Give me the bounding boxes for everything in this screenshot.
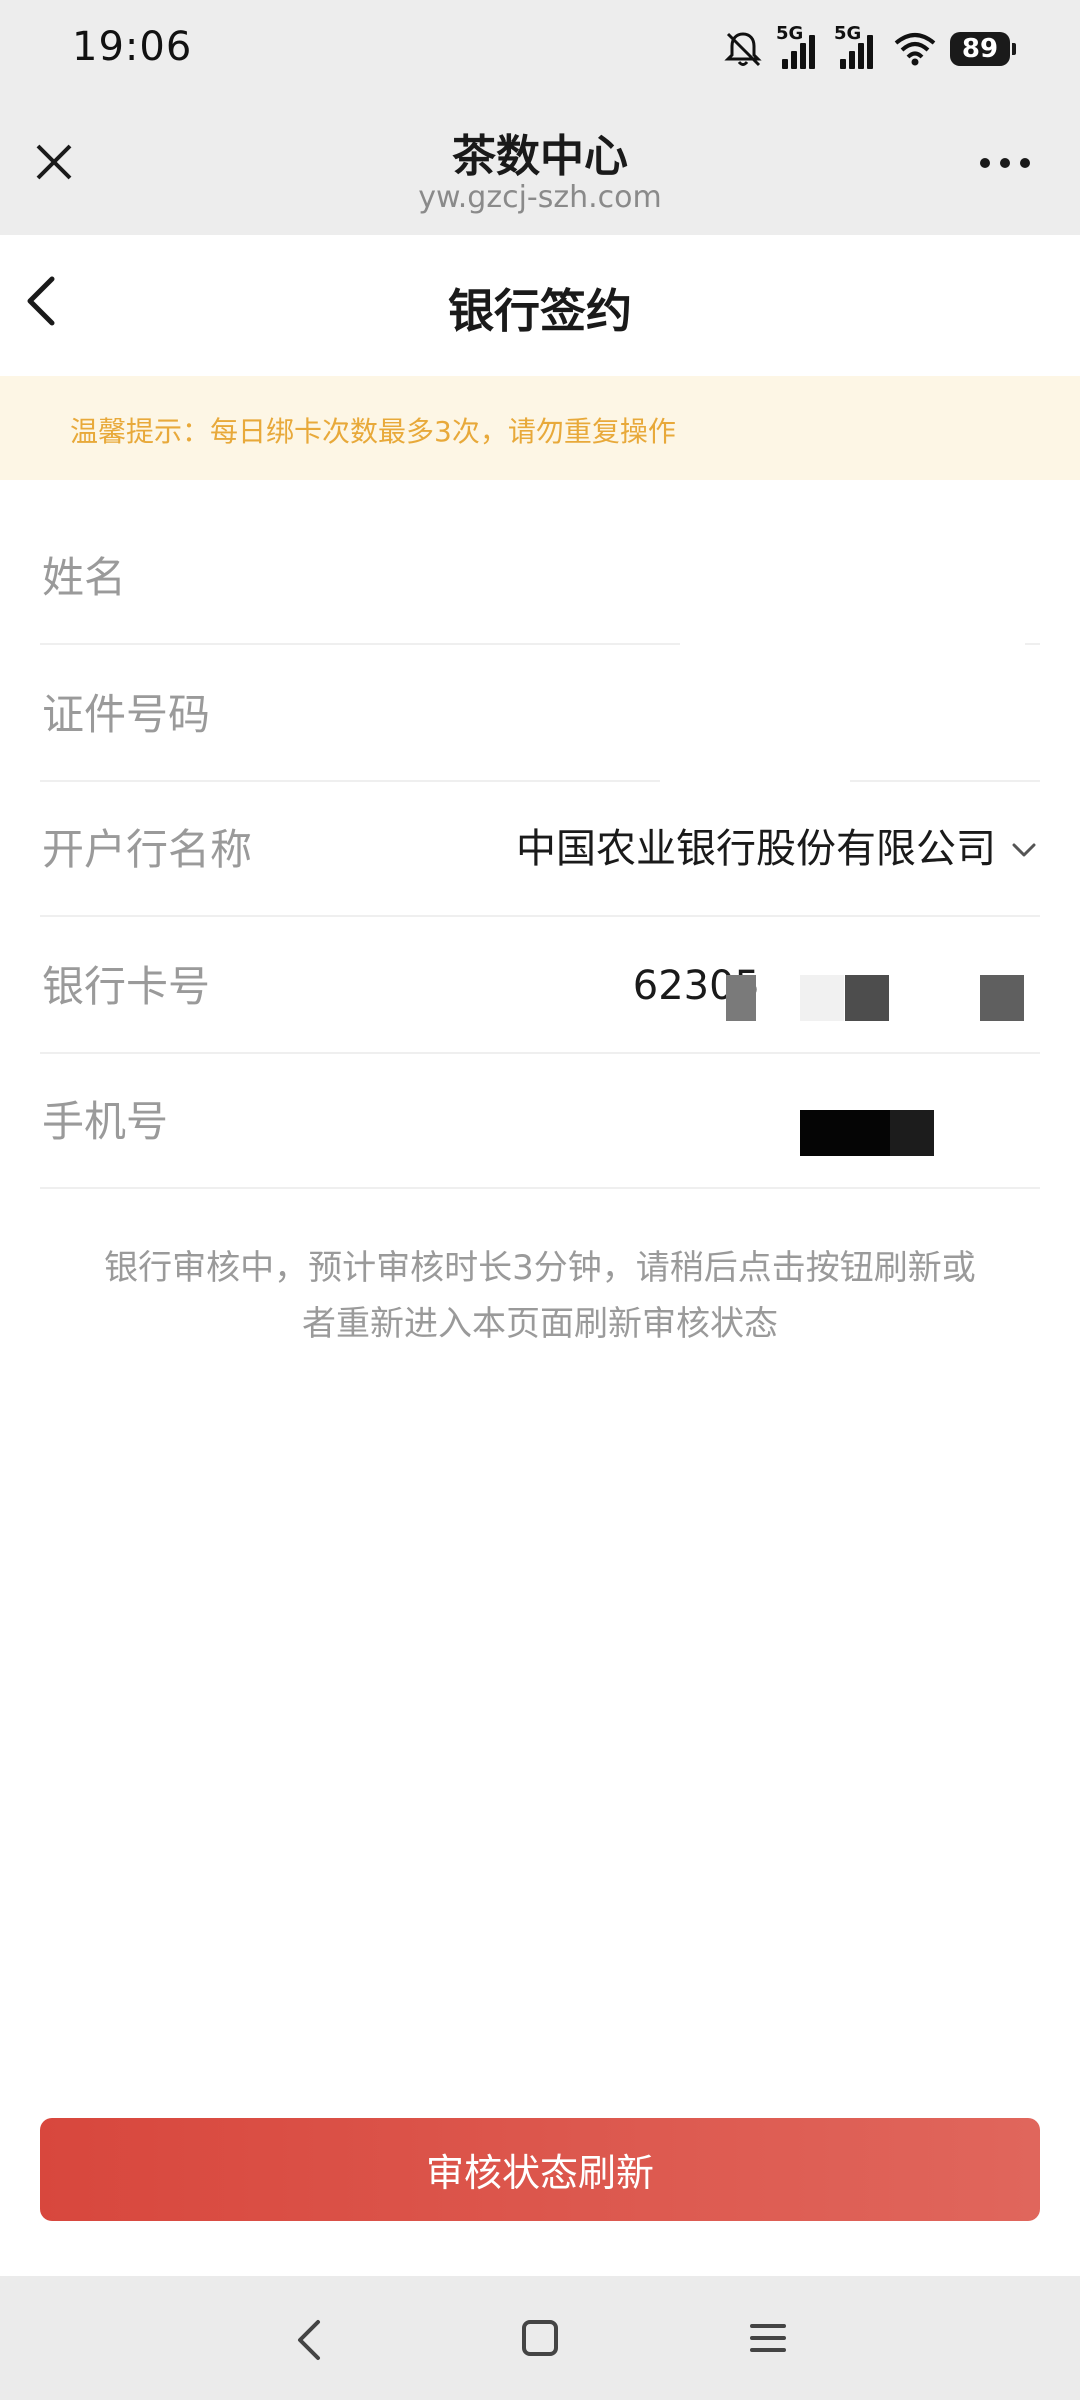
wifi-icon — [894, 33, 936, 66]
network-2-label: 5G — [834, 23, 862, 44]
nav-back-icon[interactable] — [290, 2316, 330, 2364]
redaction-overlay — [800, 975, 844, 1021]
nav-home-icon[interactable] — [520, 2318, 560, 2358]
bank-value[interactable]: 中国农业银行股份有限公司 — [516, 782, 996, 917]
chevron-down-icon[interactable] — [1008, 834, 1040, 866]
review-status-info: 银行审核中，预计审核时长3分钟，请稍后点击按钮刷新或者重新进入本页面刷新审核状态 — [104, 1248, 976, 1344]
bank-label: 开户行名称 — [42, 825, 253, 874]
notice-banner: 温馨提示：每日绑卡次数最多3次，请勿重复操作 — [0, 376, 1080, 480]
battery-indicator: 89 — [950, 32, 1016, 66]
page-title: 银行签约 — [448, 284, 632, 338]
browser-title: 茶数中心 — [452, 131, 628, 182]
phone-label: 手机号 — [42, 1097, 169, 1146]
nav-menu-icon[interactable] — [748, 2320, 788, 2356]
redaction-overlay — [980, 975, 1024, 1021]
form-row-card-number[interactable]: 银行卡号 62305 — [40, 919, 1040, 1054]
form-row-bank[interactable]: 开户行名称 中国农业银行股份有限公司 — [40, 782, 1040, 917]
status-time: 19:06 — [72, 24, 193, 70]
id-number-label: 证件号码 — [42, 690, 211, 739]
signal-1-icon: 5G — [776, 23, 822, 69]
status-bar: 19:06 5G 5G 89 — [0, 0, 1080, 100]
notice-text: 温馨提示：每日绑卡次数最多3次，请勿重复操作 — [70, 415, 676, 448]
redaction-overlay — [890, 1110, 934, 1156]
form-row-id-number[interactable]: 证件号码 — [40, 647, 1040, 782]
browser-url: yw.gzcj-szh.com — [418, 180, 662, 215]
refresh-status-button[interactable]: 审核状态刷新 — [40, 2118, 1040, 2221]
bell-off-icon — [724, 32, 762, 67]
more-icon[interactable] — [980, 158, 1030, 168]
network-1-label: 5G — [776, 23, 804, 44]
redaction-overlay — [845, 975, 889, 1021]
name-label: 姓名 — [42, 553, 127, 602]
page-header: 银行签约 — [0, 235, 1080, 375]
browser-header: 茶数中心 yw.gzcj-szh.com — [0, 100, 1080, 235]
redaction-overlay — [800, 1110, 890, 1156]
status-icons: 5G 5G 89 — [722, 23, 1016, 72]
redaction-overlay — [726, 975, 756, 1021]
system-navigation-bar — [0, 2276, 1080, 2400]
signal-2-icon: 5G — [834, 23, 880, 69]
card-number-label: 银行卡号 — [42, 962, 211, 1011]
